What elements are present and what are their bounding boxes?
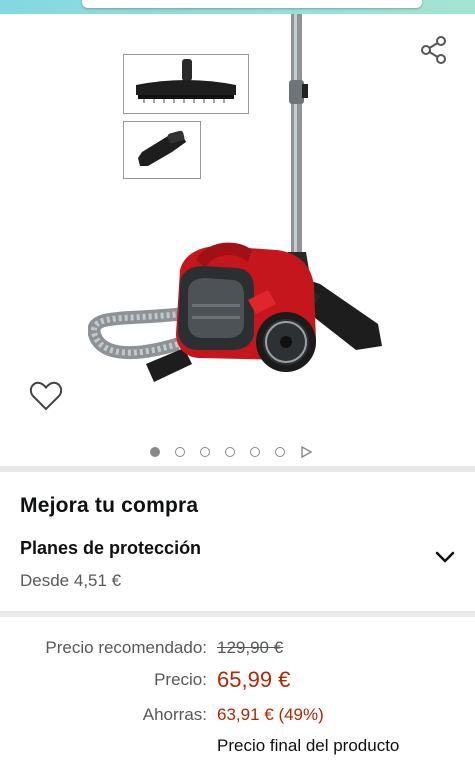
product-image-gallery[interactable] (0, 14, 475, 466)
page-dot-3[interactable] (200, 447, 210, 457)
protection-plans-row[interactable]: Planes de protección Desde 4,51 € (0, 530, 475, 600)
price-value: 65,99 € (217, 667, 291, 692)
price-row: Precio: 65,99 € (0, 667, 475, 697)
savings-label: Ahorras: (142, 705, 207, 724)
share-icon (421, 36, 446, 64)
page-dot-6[interactable] (275, 447, 285, 457)
page-dot-2[interactable] (175, 447, 185, 457)
vacuum-cleaner-image (88, 14, 382, 382)
protection-plans-title: Planes de protección (20, 538, 202, 558)
page-dot-4[interactable] (225, 447, 235, 457)
page-dot-5[interactable] (250, 447, 260, 457)
top-search-bar (0, 0, 475, 14)
final-price-note: Precio final del producto (217, 736, 400, 755)
search-box[interactable] (82, 0, 422, 8)
upgrade-section-title: Mejora tu compra (20, 494, 199, 517)
savings-value: 63,91 € (49%) (217, 705, 324, 724)
recommended-price-row: Precio recomendado: 129,90 € (0, 636, 475, 666)
favorite-button[interactable] (28, 378, 64, 414)
recommended-price-value: 129,90 € (217, 638, 284, 657)
gallery-pagination (150, 444, 312, 460)
section-divider (0, 611, 475, 617)
protection-plans-price: Desde 4,51 € (20, 571, 122, 590)
heart-outline-icon (29, 381, 63, 411)
chevron-down-icon[interactable] (434, 549, 456, 565)
price-label: Precio: (154, 670, 207, 689)
section-divider (0, 466, 475, 472)
page-dot-1[interactable] (150, 447, 160, 457)
play-video-icon[interactable] (300, 446, 312, 458)
share-button[interactable] (418, 34, 450, 66)
recommended-price-label: Precio recomendado: (45, 638, 207, 657)
savings-row: Ahorras: 63,91 € (49%) (0, 703, 475, 733)
